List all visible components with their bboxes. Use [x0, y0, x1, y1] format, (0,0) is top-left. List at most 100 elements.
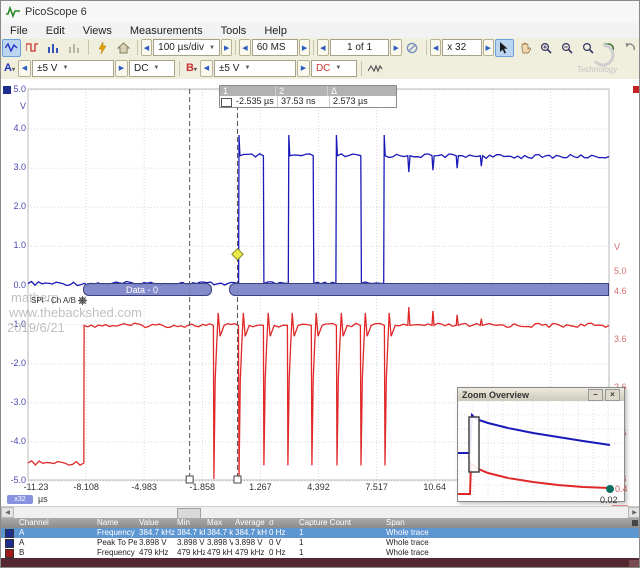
page-previous-button[interactable]: ◀ — [317, 39, 328, 56]
spectrum-view-button[interactable] — [44, 39, 63, 57]
menu-help[interactable]: Help — [255, 25, 296, 37]
channel-b-button[interactable]: B▾ — [183, 62, 200, 74]
samples-increase-button[interactable]: ▶ — [299, 39, 310, 56]
measurements-table: Channel NameValueMinMaxAverageσCapture Co… — [1, 518, 640, 558]
page-options-button[interactable] — [403, 39, 422, 57]
table-cell: 0 Hz — [269, 528, 297, 538]
channel-color-swatch — [5, 529, 14, 538]
table-cell: Frequency — [97, 548, 137, 558]
table-cell: 1 — [299, 538, 384, 548]
ruler-legend[interactable]: 1 2 Δ -2.535 µs 37.53 ns 2.573 µs — [219, 85, 397, 108]
page-next-button[interactable]: ▶ — [390, 39, 401, 56]
toolbar-separator — [88, 40, 89, 55]
close-icon[interactable]: × — [605, 389, 620, 401]
channel-b-range-select[interactable]: ±5 V▼ — [214, 60, 296, 77]
samples-field[interactable]: 60 MS — [252, 39, 298, 56]
scope-display: matherp www.thebackshed.com 2019/6/21 Da… — [1, 79, 640, 506]
timebase-increase-button[interactable]: ▶ — [221, 39, 232, 56]
menu-tools[interactable]: Tools — [212, 25, 256, 37]
timebase-select[interactable]: 100 µs/div▼ — [153, 39, 220, 56]
decode-packet-label: Data - 0 — [126, 285, 158, 295]
samples-decrease-button[interactable]: ◀ — [239, 39, 250, 56]
channel-b-range-decrease[interactable]: ◀ — [200, 60, 213, 77]
table-cell: 0 Hz — [269, 548, 297, 558]
channel-b-axis-handle[interactable] — [633, 86, 640, 93]
channel-a-button[interactable]: A▾ — [1, 62, 18, 74]
right-axis-bottom-label: 0.02 — [600, 495, 618, 505]
channel-toolbar: A▾ ◀ ±5 V▼ ▶ DC▼ B▾ ◀ ±5 V▼ ▶ DC▼ — [1, 57, 640, 80]
gear-icon[interactable] — [78, 296, 87, 305]
time-zoom-badge[interactable]: x32 — [7, 495, 33, 504]
table-header-5[interactable]: Average — [235, 518, 267, 528]
scope-view-button[interactable] — [2, 39, 21, 57]
menu-file[interactable]: File — [1, 25, 37, 37]
menu-edit[interactable]: Edit — [37, 25, 74, 37]
zoom-field[interactable]: x 32 — [442, 39, 481, 56]
ruler-legend-values: -2.535 µs 37.53 ns 2.573 µs — [220, 96, 396, 107]
zoom-overview-titlebar[interactable]: Zoom Overview – × — [458, 388, 624, 401]
scroll-left-button[interactable]: ◀ — [1, 507, 14, 518]
chevron-down-icon: ▼ — [62, 65, 68, 71]
table-cell: A — [19, 538, 93, 548]
channel-a-range-increase[interactable]: ▶ — [115, 60, 128, 77]
table-header-0[interactable]: Channel — [19, 518, 93, 528]
table-cell: 3.898 V — [177, 538, 205, 548]
channel-b-range-increase[interactable]: ▶ — [297, 60, 310, 77]
timebase-decrease-button[interactable]: ◀ — [141, 39, 152, 56]
table-cell: 0 V — [269, 538, 297, 548]
menu-measurements[interactable]: Measurements — [121, 25, 212, 37]
channel-b-coupling-select[interactable]: DC▼ — [311, 60, 357, 77]
ruler-legend-handle[interactable] — [221, 98, 232, 107]
hand-tool-button[interactable] — [516, 39, 535, 57]
page-field[interactable]: 1 of 1 — [330, 39, 390, 56]
spi-decode-packet[interactable] — [229, 283, 609, 296]
minimize-button[interactable]: – — [588, 389, 603, 401]
home-button[interactable] — [114, 39, 133, 57]
zoom-overview-window[interactable]: Zoom Overview – × — [457, 387, 625, 502]
table-header-1[interactable]: Name — [97, 518, 137, 528]
time-ruler-handle — [234, 476, 241, 483]
channel-a-coupling-select[interactable]: DC▼ — [129, 60, 175, 77]
table-cell: 3.898 V — [207, 538, 233, 548]
channel-color-swatch — [5, 549, 14, 558]
table-header-menu-icon[interactable] — [632, 520, 638, 526]
table-header-7[interactable]: Capture Count — [299, 518, 384, 528]
teal-dot-icon — [606, 485, 614, 493]
channel-a-range-decrease[interactable]: ◀ — [18, 60, 31, 77]
table-header-6[interactable]: σ — [269, 518, 297, 528]
table-cell: A — [19, 528, 93, 538]
table-cell: 384.7 kHz — [177, 528, 205, 538]
table-header-3[interactable]: Min — [177, 518, 205, 528]
toolbar-separator — [426, 40, 427, 55]
menu-views[interactable]: Views — [74, 25, 121, 37]
table-header-4[interactable]: Max — [207, 518, 233, 528]
ruler-legend-header: 1 2 Δ — [220, 86, 396, 96]
zoom-overview-plot[interactable] — [458, 401, 622, 499]
table-header-2[interactable]: Value — [139, 518, 175, 528]
measurements-table-header: Channel NameValueMinMaxAverageσCapture Co… — [1, 518, 640, 528]
logo-text: Technology — [577, 65, 619, 74]
toolbar-separator — [137, 40, 138, 55]
decode-lane-label[interactable]: SPI - Ch A/B — [31, 296, 87, 305]
awg-button[interactable] — [366, 59, 385, 77]
menu-bar: FileEditViewsMeasurementsToolsHelp — [1, 23, 640, 39]
channel-a-range-select[interactable]: ±5 V▼ — [32, 60, 114, 77]
zoom-decrease-button[interactable]: ◀ — [430, 39, 441, 56]
chevron-down-icon: ▼ — [244, 65, 250, 71]
table-cell: 384.7 kHz — [139, 528, 175, 538]
channel-a-axis-handle[interactable] — [3, 86, 11, 94]
table-cell: 384.7 kHz — [235, 528, 267, 538]
table-cell: 479 kHz — [177, 548, 205, 558]
table-header-8[interactable]: Span — [386, 518, 636, 528]
app-icon — [5, 6, 21, 18]
b-axis-zoom-badge[interactable]: x1.0 — [611, 505, 629, 506]
zoom-in-tool-button[interactable] — [537, 39, 556, 57]
bottom-bar — [1, 558, 640, 568]
zoom-increase-button[interactable]: ▶ — [483, 39, 494, 56]
pointer-tool-button[interactable] — [495, 39, 514, 57]
persistence-view-button[interactable] — [23, 39, 42, 57]
xy-view-button-disabled[interactable] — [65, 39, 84, 57]
probe-button[interactable] — [93, 39, 112, 57]
bottom-bar-grip — [629, 560, 639, 567]
scroll-right-button[interactable]: ▶ — [628, 507, 640, 518]
